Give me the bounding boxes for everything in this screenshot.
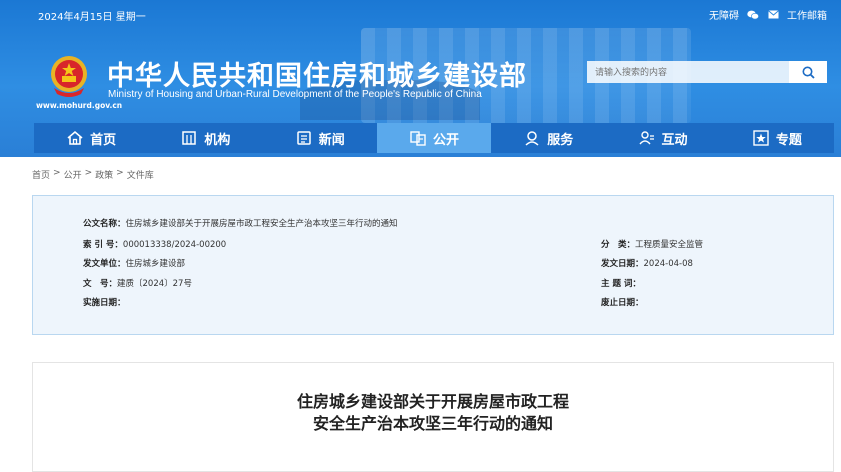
doc-name-label: 公文名称： — [83, 219, 126, 229]
document-icon — [410, 131, 426, 146]
news-icon — [296, 131, 311, 145]
article-container: 住房城乡建设部关于开展房屋市政工程 安全生产治本攻坚三年行动的通知 — [32, 362, 834, 472]
breadcrumb-policy[interactable]: 政策 — [95, 168, 113, 181]
nav-interaction[interactable]: 互动 — [605, 123, 719, 153]
site-title-english: Ministry of Housing and Urban-Rural Deve… — [108, 89, 482, 100]
date-label: 发文日期： — [601, 259, 644, 269]
breadcrumb-separator: > — [116, 168, 124, 178]
nav-label: 首页 — [90, 132, 117, 148]
nav-label: 互动 — [661, 132, 688, 148]
document-info-box: 公文名称：住房城乡建设部关于开展房屋市政工程安全生产治本攻坚三年行动的通知 索 … — [32, 195, 834, 335]
article-title: 住房城乡建设部关于开展房屋市政工程 安全生产治本攻坚三年行动的通知 — [33, 391, 833, 435]
nav-organization[interactable]: 机构 — [148, 123, 262, 153]
breadcrumb-library[interactable]: 文件库 — [127, 168, 154, 181]
number-row: 文 号：建质〔2024〕27号 — [83, 277, 192, 289]
article-title-line1: 住房城乡建设部关于开展房屋市政工程 — [296, 392, 569, 411]
issuer-row: 发文单位：住房城乡建设部 — [83, 257, 185, 269]
breadcrumb-separator: > — [53, 168, 61, 178]
national-emblem-logo[interactable] — [48, 54, 90, 98]
nav-label: 公开 — [432, 132, 459, 148]
main-nav: 首页 机构 新闻 公开 服务 互动 专题 — [34, 123, 834, 153]
nav-label: 新闻 — [318, 132, 345, 148]
index-value: 000013338/2024-00200 — [122, 240, 227, 250]
doc-name-row: 公文名称：住房城乡建设部关于开展房屋市政工程安全生产治本攻坚三年行动的通知 — [83, 217, 398, 229]
nav-news[interactable]: 新闻 — [263, 123, 377, 153]
search-button[interactable] — [789, 61, 827, 83]
breadcrumb: 首页 > 公开 > 政策 > 文件库 — [32, 168, 154, 181]
nav-public[interactable]: 公开 — [376, 123, 492, 153]
doc-name-value: 住房城乡建设部关于开展房屋市政工程安全生产治本攻坚三年行动的通知 — [125, 219, 398, 229]
issuer-label: 发文单位： — [83, 259, 126, 269]
search-input[interactable] — [587, 61, 789, 83]
mail-icon[interactable] — [767, 10, 779, 20]
keywords-row: 主 题 词： — [601, 277, 641, 289]
nav-topics[interactable]: 专题 — [720, 123, 834, 153]
search-icon — [802, 66, 815, 79]
breadcrumb-separator: > — [84, 168, 93, 178]
index-row: 索 引 号：000013338/2024-00200 — [83, 238, 226, 250]
effective-label: 实施日期： — [83, 298, 126, 308]
wechat-icon[interactable] — [747, 10, 759, 20]
nav-service[interactable]: 服务 — [491, 123, 605, 153]
home-icon — [67, 130, 83, 145]
date-row: 发文日期：2024-04-08 — [601, 257, 693, 269]
index-label: 索 引 号： — [83, 240, 123, 250]
repeal-row: 废止日期： — [601, 296, 644, 308]
accessibility-link[interactable]: 无障碍 — [709, 7, 739, 22]
number-label: 文 号： — [83, 279, 118, 289]
breadcrumb-home[interactable]: 首页 — [32, 168, 50, 181]
current-date: 2024年4月15日 星期一 — [38, 12, 146, 23]
category-value: 工程质量安全监管 — [635, 240, 704, 250]
category-label: 分 类： — [601, 240, 636, 250]
number-value: 建质〔2024〕27号 — [117, 279, 192, 289]
category-row: 分 类：工程质量安全监管 — [601, 238, 703, 250]
nav-label: 专题 — [775, 132, 802, 148]
nav-label: 机构 — [204, 132, 231, 148]
keywords-label: 主 题 词： — [601, 279, 641, 289]
building-icon — [182, 131, 197, 145]
nav-label: 服务 — [547, 132, 574, 148]
site-title[interactable]: 中华人民共和国住房和城乡建设部 — [107, 54, 527, 93]
article-title-line2: 安全生产治本攻坚三年行动的通知 — [312, 414, 553, 433]
work-mail-link[interactable]: 工作邮箱 — [787, 7, 827, 22]
service-icon — [525, 131, 539, 146]
interaction-icon — [638, 131, 654, 145]
date-value: 2024-04-08 — [643, 259, 693, 269]
star-icon — [753, 130, 769, 146]
top-links: 无障碍 工作邮箱 — [709, 7, 827, 22]
breadcrumb-public[interactable]: 公开 — [64, 168, 82, 181]
issuer-value: 住房城乡建设部 — [125, 259, 186, 269]
effective-row: 实施日期： — [83, 296, 126, 308]
search-box — [587, 61, 827, 83]
site-url: www.mohurd.gov.cn — [36, 101, 123, 110]
nav-home[interactable]: 首页 — [34, 123, 148, 153]
repeal-label: 废止日期： — [601, 298, 644, 308]
top-bar: 2024年4月15日 星期一 无障碍 工作邮箱 — [0, 0, 841, 28]
